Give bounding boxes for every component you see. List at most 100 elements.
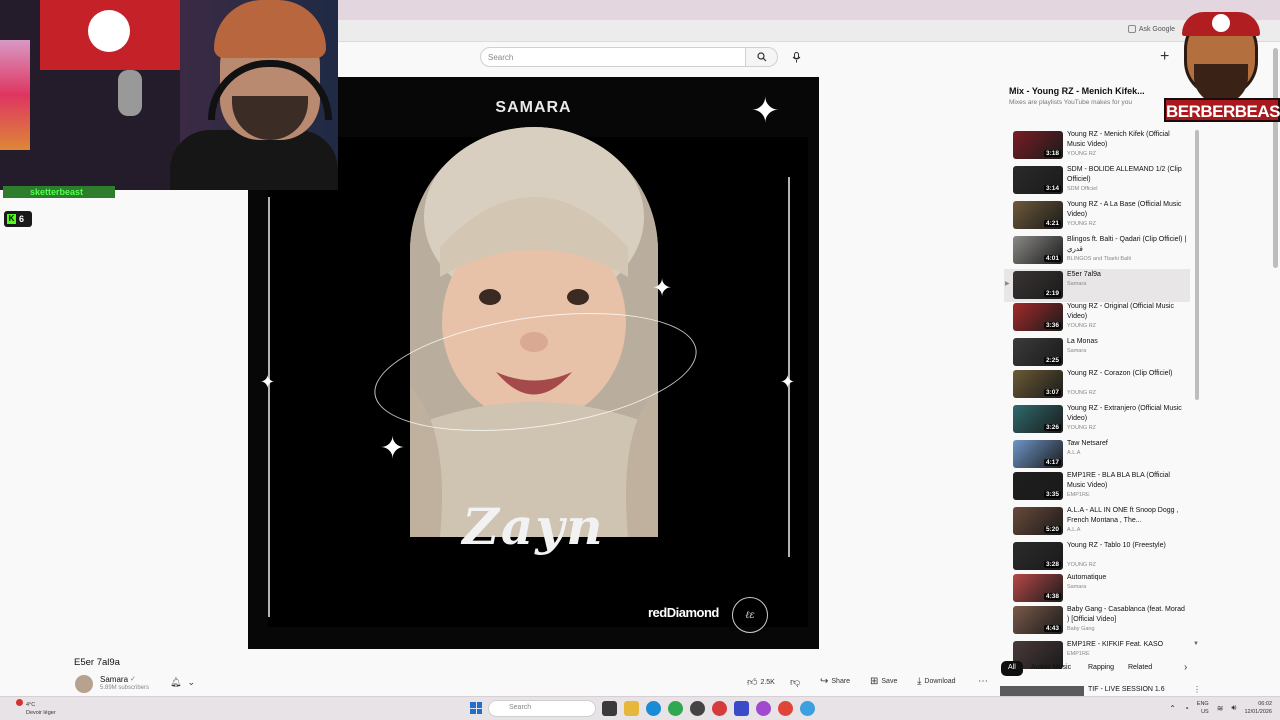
chevron-right-icon[interactable]: › xyxy=(1184,662,1187,673)
share-label: Share xyxy=(831,678,851,685)
playlist-item[interactable]: 3:35 EMP1RE - BLA BLA BLA (Official Music… xyxy=(1004,470,1190,503)
filter-chip[interactable]: All xyxy=(1001,661,1023,676)
filter-chip[interactable]: Rapping xyxy=(1081,661,1121,676)
clock[interactable]: 06:02 12/01/2026 xyxy=(1244,700,1272,716)
scroll-down-icon[interactable]: ▼ xyxy=(1193,641,1199,647)
webcam-overlay xyxy=(0,0,338,190)
next-video-title[interactable]: TIF - LIVE SESSION 1.6 xyxy=(1088,686,1165,693)
playlist-item[interactable]: 2:25 La Monas Samara xyxy=(1004,336,1190,369)
chrome-icon[interactable] xyxy=(668,701,683,716)
more-actions-button[interactable]: ⋯ xyxy=(978,676,988,687)
playlist-thumbnail[interactable]: 4:21 xyxy=(1013,201,1063,229)
playlist-item[interactable]: 4:43 Baby Gang - Casablanca (feat. Morad … xyxy=(1004,604,1190,637)
chrome-icon[interactable] xyxy=(778,701,793,716)
playlist-thumbnail[interactable]: 5:20 xyxy=(1013,507,1063,535)
playlist-item-title: Young RZ - Menich Kifek (Official Music … xyxy=(1067,131,1170,148)
now-playing-icon: ▶ xyxy=(1005,281,1010,287)
notification-button[interactable]: 🔔︎ ⌄ xyxy=(170,677,195,688)
avatar[interactable] xyxy=(75,675,93,693)
save-button[interactable]: ⊞ Save xyxy=(870,676,897,687)
taskbar-apps xyxy=(602,701,815,716)
duration-badge: 4:43 xyxy=(1043,625,1061,632)
playlist-thumbnail[interactable]: 3:07 xyxy=(1013,370,1063,398)
playlist-thumbnail[interactable]: 3:14 xyxy=(1013,166,1063,194)
weather-temp: 4°C xyxy=(26,702,36,708)
playlist-item[interactable]: 3:18 Young RZ - Menich Kifek (Official Mu… xyxy=(1004,129,1190,162)
language-indicator[interactable]: ENG US xyxy=(1197,700,1209,716)
playlist-thumbnail[interactable]: 4:38 xyxy=(1013,574,1063,602)
playlist-title[interactable]: Mix - Young RZ - Menich Kifek... xyxy=(1009,86,1145,96)
playlist-item-channel: BLINGOS and Tbarki Balti xyxy=(1067,256,1132,262)
playlist-thumbnail[interactable]: 3:18 xyxy=(1013,131,1063,159)
mail-icon[interactable] xyxy=(734,701,749,716)
playlist-thumbnail[interactable]: 4:17 xyxy=(1013,440,1063,468)
playlist-thumbnail[interactable]: 3:28 xyxy=(1013,542,1063,570)
weather-widget[interactable]: 4°C Devoir léger xyxy=(16,699,56,717)
playlist-thumbnail[interactable]: 3:35 xyxy=(1013,472,1063,500)
channel-name[interactable]: Samara xyxy=(100,675,128,684)
more-vert-icon[interactable]: ⋮ xyxy=(1193,685,1201,694)
clock-time: 06:02 xyxy=(1258,701,1272,707)
duration-badge: 3:07 xyxy=(1043,389,1061,396)
playlist-item-channel: YOUNG RZ xyxy=(1067,151,1097,157)
playlist-item-title: Young RZ - Corazon (Clip Officiel) xyxy=(1067,370,1173,377)
windows-taskbar: 4°C Devoir léger ⌕ Search ⌃ ◔ ENG US ≋ 🔊… xyxy=(0,696,1280,720)
cover-seal: ℓε xyxy=(732,597,768,633)
playlist-item[interactable]: 5:20 A.L.A - ALL IN ONE ft Snoop Dogg , F… xyxy=(1004,505,1190,538)
search-button[interactable] xyxy=(746,47,778,67)
dislike-button[interactable]: 👎︎ xyxy=(790,676,800,688)
duration-badge: 3:28 xyxy=(1043,561,1061,568)
playlist-item[interactable]: 4:21 Young RZ - A La Base (Official Music… xyxy=(1004,199,1190,232)
volume-icon[interactable]: 🔊︎ xyxy=(1231,703,1236,713)
playlist-thumbnail[interactable]: 4:43 xyxy=(1013,606,1063,634)
playlist-thumbnail[interactable]: 4:01 xyxy=(1013,236,1063,264)
playlist-thumbnail[interactable]: 3:26 xyxy=(1013,405,1063,433)
playlist-item[interactable]: 3:14 SDM - BOLIDE ALLEMAND 1/2 (Clip Offi… xyxy=(1004,164,1190,197)
microphone-icon xyxy=(792,51,800,62)
filter-chip[interactable]: Arabic Music xyxy=(1024,661,1078,676)
playlist-thumbnail[interactable]: 3:36 xyxy=(1013,303,1063,331)
playlist-thumbnail[interactable]: 2:19 xyxy=(1013,271,1063,299)
like-button[interactable]: 👍︎ 2.5K xyxy=(747,676,775,688)
streamer-logo-text: BERBERBEAST xyxy=(1164,98,1280,122)
download-button[interactable]: ⤓ Download xyxy=(917,676,956,687)
playlist-item[interactable]: 4:17 Taw Netsaref A.L.A xyxy=(1004,438,1190,471)
playlist-item-channel: EMP1RE xyxy=(1067,651,1090,657)
playlist-thumbnail[interactable]: 2:25 xyxy=(1013,338,1063,366)
duration-badge: 4:38 xyxy=(1043,593,1061,600)
messenger-icon[interactable] xyxy=(756,701,771,716)
app-icon[interactable] xyxy=(712,701,727,716)
voice-search-button[interactable] xyxy=(786,47,806,67)
browser-icon[interactable] xyxy=(800,701,815,716)
video-title: E5er 7al9a xyxy=(74,657,120,668)
search-input[interactable]: Search xyxy=(480,47,746,67)
playlist-item[interactable]: 3:07 Young RZ - Corazon (Clip Officiel) YO… xyxy=(1004,368,1190,401)
task-view-icon[interactable] xyxy=(602,701,617,716)
taskbar-search-input[interactable]: Search xyxy=(488,700,596,717)
next-video-thumbnail[interactable] xyxy=(1000,686,1084,696)
share-button[interactable]: ↪ Share xyxy=(820,676,850,687)
duration-badge: 3:35 xyxy=(1043,491,1061,498)
playlist-item[interactable]: 4:01 Blingos ft. Balti - Qadari (Clip Off… xyxy=(1004,234,1190,267)
cover-name: Zayn xyxy=(462,497,605,556)
chevron-up-icon[interactable]: ⌃ xyxy=(1169,704,1176,713)
playlist-item-title: Young RZ - Extranjero (Official Music Vi… xyxy=(1067,405,1182,422)
playlist-item[interactable]: 3:26 Young RZ - Extranjero (Official Musi… xyxy=(1004,403,1190,436)
network-icon[interactable]: ◔ xyxy=(1184,704,1189,713)
playlist-item[interactable]: 4:38 Automatique Samara xyxy=(1004,572,1190,605)
file-explorer-icon[interactable] xyxy=(624,701,639,716)
obs-icon[interactable] xyxy=(690,701,705,716)
playlist-scrollbar[interactable] xyxy=(1195,130,1199,400)
filter-chip[interactable]: Related xyxy=(1121,661,1159,676)
duration-badge: 3:14 xyxy=(1043,185,1061,192)
playlist-item-channel: Samara xyxy=(1067,584,1087,590)
wifi-icon[interactable]: ≋ xyxy=(1217,704,1224,713)
kick-viewer-badge: K 6 xyxy=(4,211,32,227)
playlist-item[interactable]: 3:28 Young RZ - Tablo 10 (Freestyle) YOUNG… xyxy=(1004,540,1190,573)
playlist-item[interactable]: 3:36 Young RZ - Original (Official Music … xyxy=(1004,301,1190,334)
edge-icon[interactable] xyxy=(646,701,661,716)
subscriber-count: 5.89M subscribers xyxy=(100,685,150,691)
playlist-item-title: Young RZ - Original (Official Music Vide… xyxy=(1067,303,1174,320)
start-icon[interactable] xyxy=(470,702,482,714)
playlist-item[interactable]: ▶ 2:19 E5er 7al9a Samara xyxy=(1004,269,1190,302)
